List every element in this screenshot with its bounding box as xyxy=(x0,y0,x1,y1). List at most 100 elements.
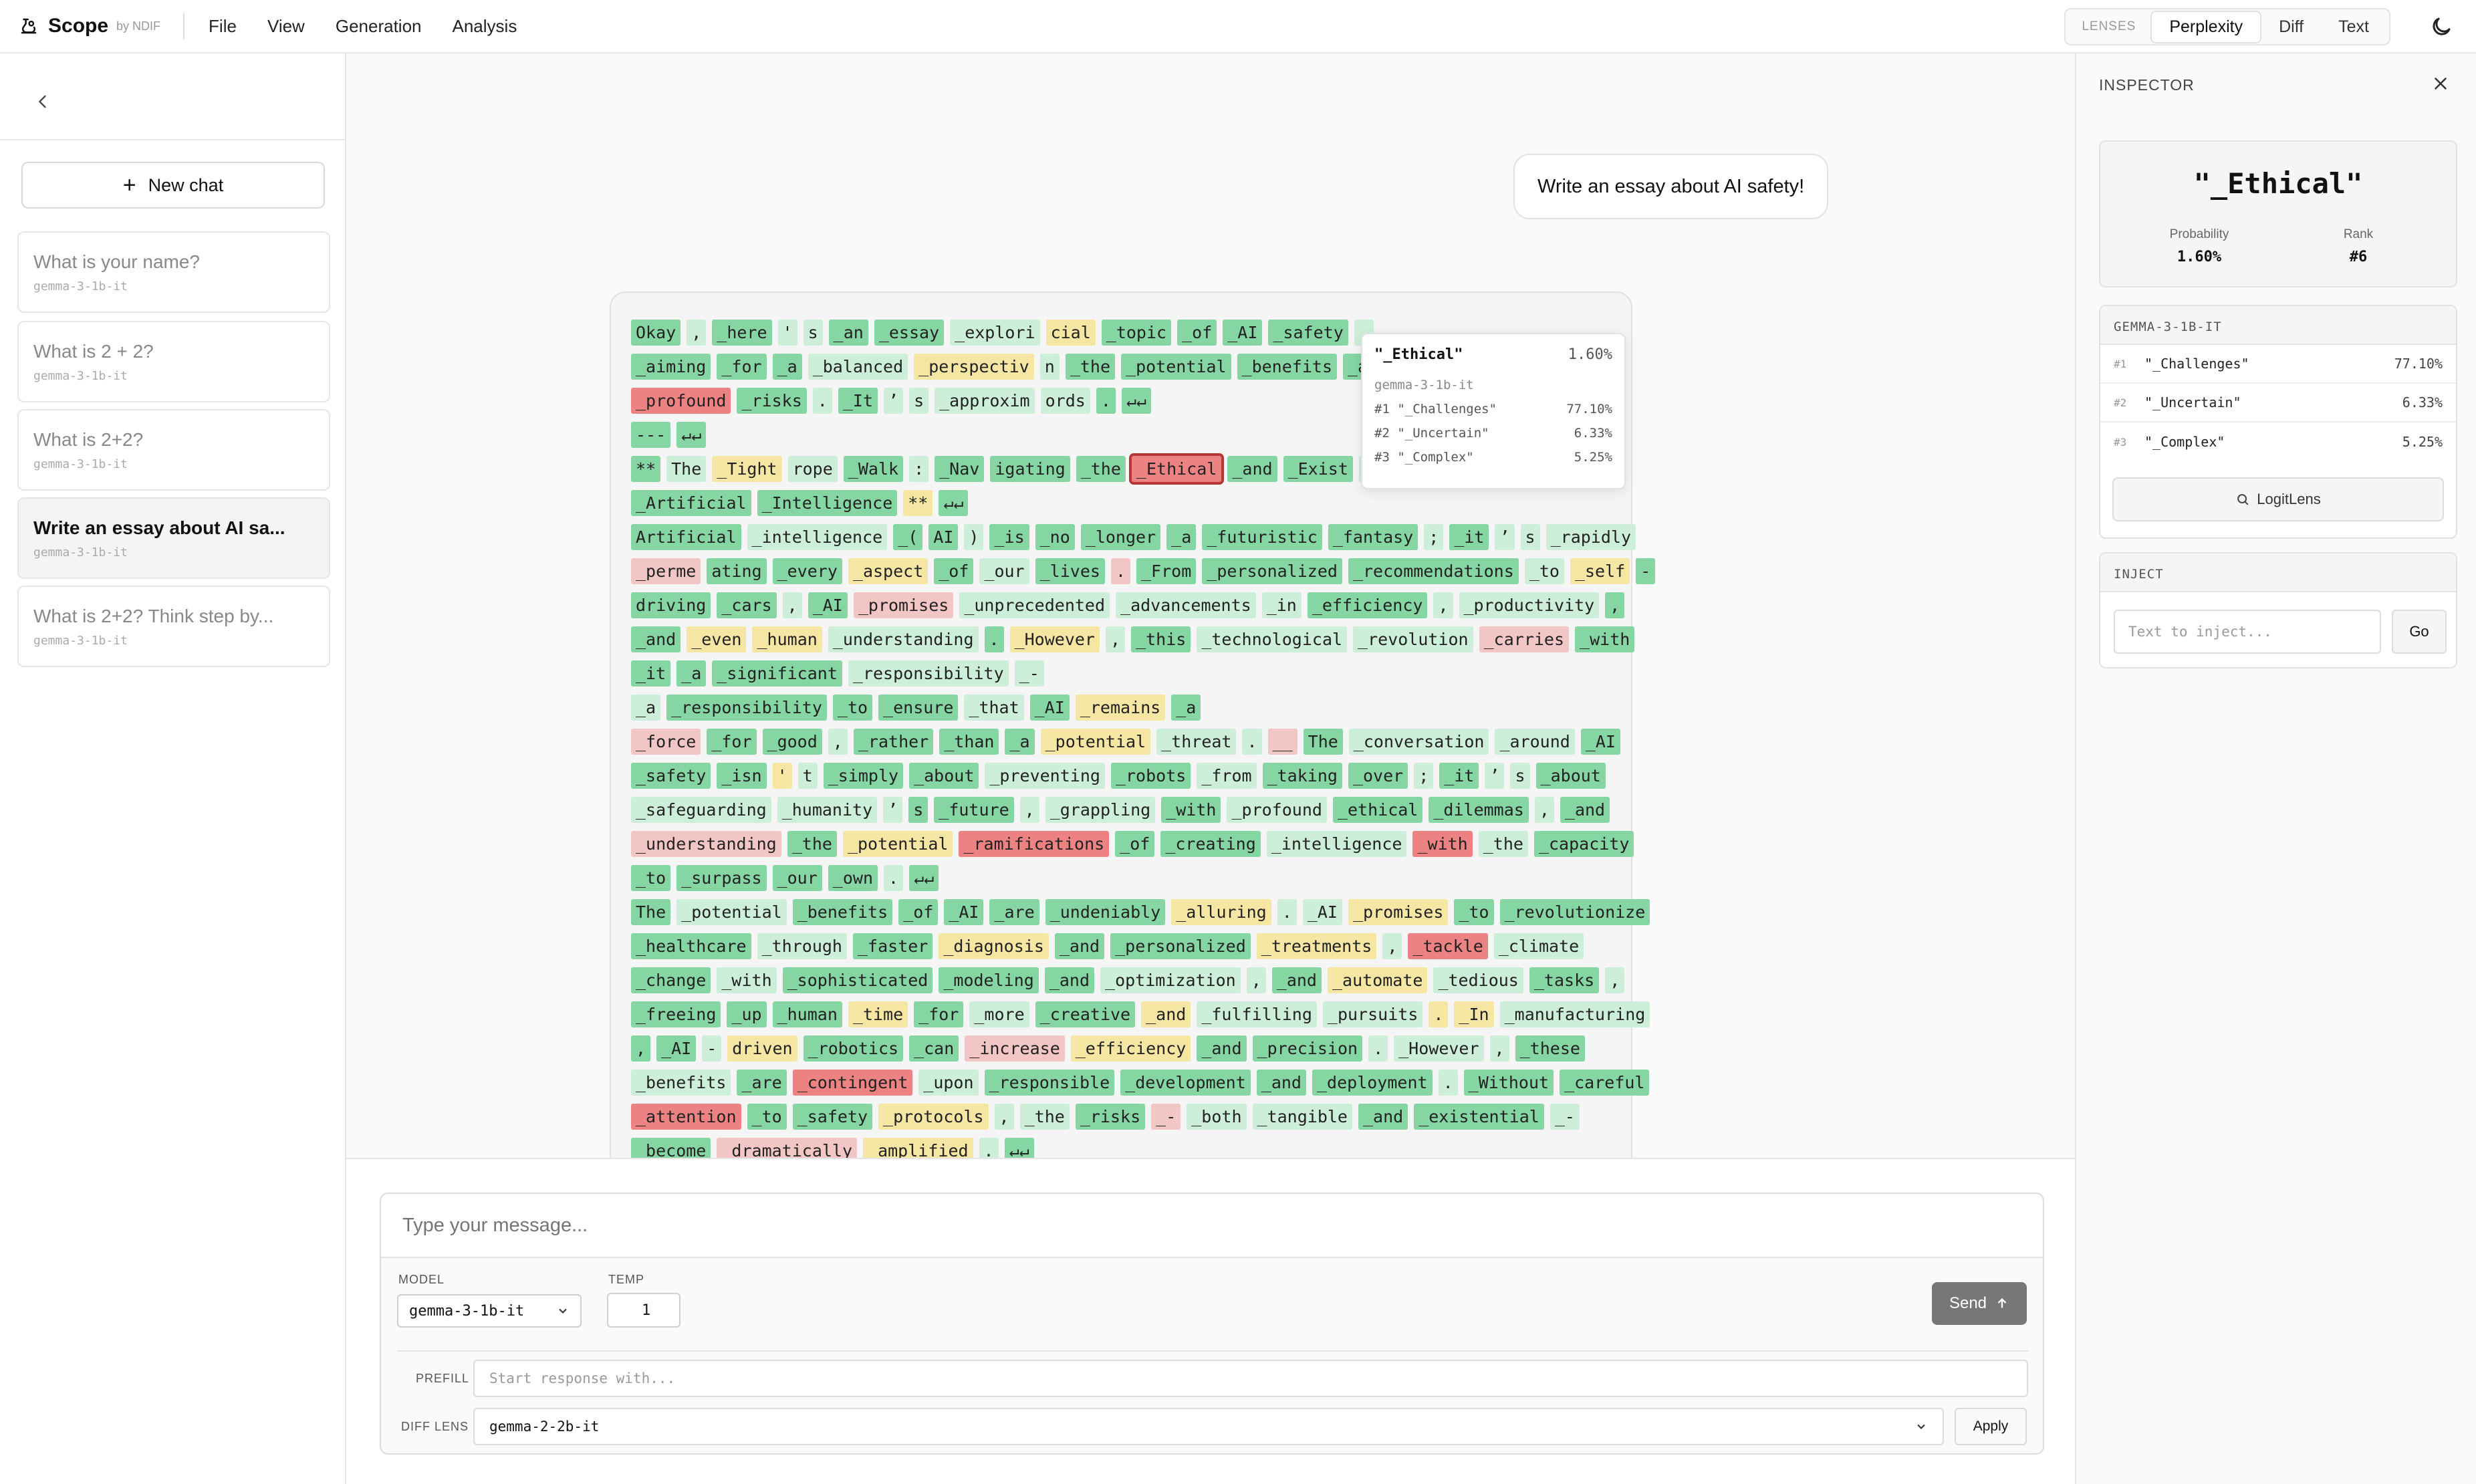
token[interactable]: _In xyxy=(1454,1001,1494,1027)
chat-item[interactable]: What is 2+2? gemma-3-1b-it xyxy=(17,409,330,491)
token[interactable]: _healthcare xyxy=(631,933,751,959)
token[interactable]: _Intelligence xyxy=(757,490,898,516)
token[interactable]: _and xyxy=(1227,456,1277,482)
token[interactable]: _From xyxy=(1136,558,1197,584)
token[interactable]: _human xyxy=(772,1001,842,1027)
token[interactable]: _unprecedented xyxy=(959,592,1110,618)
token[interactable]: _profound xyxy=(1227,797,1327,823)
token[interactable]: , xyxy=(1534,797,1554,823)
token[interactable]: _conversation xyxy=(1348,729,1489,755)
token[interactable]: _robotics xyxy=(803,1035,904,1062)
token[interactable]: _However xyxy=(1009,626,1100,652)
token[interactable]: _an xyxy=(828,320,868,346)
token[interactable]: _over xyxy=(1348,763,1408,789)
token[interactable]: _modeling xyxy=(939,967,1039,993)
token[interactable]: _to xyxy=(631,865,671,891)
token[interactable]: _alluring xyxy=(1171,899,1271,925)
inject-input[interactable]: Text to inject... xyxy=(2114,610,2381,654)
token[interactable]: , xyxy=(1489,1035,1509,1062)
token[interactable]: _is xyxy=(989,524,1029,550)
token[interactable]: _attention xyxy=(631,1104,741,1130)
token[interactable]: _( xyxy=(893,524,923,550)
token[interactable]: _automate xyxy=(1327,967,1428,993)
token[interactable]: The xyxy=(631,899,671,925)
token[interactable]: s xyxy=(803,320,823,346)
token[interactable]: _potential xyxy=(842,831,953,857)
token[interactable]: _the xyxy=(1478,831,1528,857)
token[interactable]: _Exist xyxy=(1283,456,1353,482)
token-selected[interactable]: _Ethical xyxy=(1128,453,1225,485)
token[interactable]: _rather xyxy=(853,729,934,755)
token[interactable]: _manufacturing xyxy=(1499,1001,1650,1027)
token[interactable]: _become xyxy=(631,1138,711,1158)
token[interactable]: . xyxy=(1096,388,1116,414)
token[interactable]: , xyxy=(828,729,848,755)
token[interactable]: _it xyxy=(631,660,671,687)
token[interactable]: _carries xyxy=(1479,626,1570,652)
token[interactable]: _topic xyxy=(1101,320,1172,346)
token[interactable]: _the xyxy=(1076,456,1126,482)
token[interactable]: _a xyxy=(1166,524,1197,550)
token[interactable]: _of xyxy=(898,899,939,925)
token[interactable]: _productivity xyxy=(1459,592,1600,618)
token[interactable]: ↵↵ xyxy=(909,865,939,891)
token[interactable]: s xyxy=(1510,763,1530,789)
token[interactable]: _creative xyxy=(1035,1001,1136,1027)
token[interactable]: _to xyxy=(1524,558,1564,584)
token[interactable]: _tasks xyxy=(1529,967,1600,993)
token[interactable]: _our xyxy=(979,558,1029,584)
chat-item[interactable]: What is 2 + 2? gemma-3-1b-it xyxy=(17,321,330,402)
token[interactable]: . xyxy=(812,388,832,414)
token[interactable]: . xyxy=(979,1138,999,1158)
token[interactable]: _robots xyxy=(1110,763,1191,789)
token[interactable]: _our xyxy=(772,865,822,891)
token[interactable]: ↵↵ xyxy=(939,490,969,516)
token[interactable]: _AI xyxy=(656,1035,697,1062)
token[interactable]: _personalized xyxy=(1202,558,1342,584)
token[interactable]: _with xyxy=(1161,797,1221,823)
token[interactable]: _intelligence xyxy=(747,524,888,550)
token[interactable]: _force xyxy=(631,729,701,755)
token[interactable]: _- xyxy=(1151,1104,1181,1130)
token[interactable]: _fantasy xyxy=(1328,524,1418,550)
token[interactable]: _a xyxy=(1005,729,1035,755)
token[interactable]: _increase xyxy=(965,1035,1065,1062)
token[interactable]: _and xyxy=(631,626,681,652)
token[interactable]: _lives xyxy=(1035,558,1105,584)
token[interactable]: s xyxy=(908,797,928,823)
token[interactable]: , xyxy=(1019,797,1039,823)
token[interactable]: _and xyxy=(1358,1104,1408,1130)
token[interactable]: _aiming xyxy=(631,354,711,380)
token[interactable]: . xyxy=(1368,1035,1388,1062)
token[interactable]: _responsible xyxy=(984,1070,1115,1096)
token[interactable]: _humanity xyxy=(777,797,878,823)
token[interactable]: _undeniably xyxy=(1045,899,1166,925)
token[interactable]: , xyxy=(1605,967,1625,993)
token[interactable]: _perspectiv xyxy=(914,354,1034,380)
token[interactable]: _a xyxy=(631,695,661,721)
token[interactable]: _good xyxy=(762,729,822,755)
token[interactable]: _freeing xyxy=(631,1001,721,1027)
token[interactable]: _approxim xyxy=(935,388,1035,414)
token[interactable]: _benefits xyxy=(1237,354,1337,380)
token[interactable]: , xyxy=(1246,967,1266,993)
token[interactable]: _even xyxy=(687,626,747,652)
token[interactable]: _fulfilling xyxy=(1197,1001,1317,1027)
token[interactable]: _through xyxy=(757,933,847,959)
token[interactable]: _remains xyxy=(1075,695,1166,721)
menu-analysis[interactable]: Analysis xyxy=(453,16,517,37)
token[interactable]: _existential xyxy=(1414,1104,1544,1130)
token[interactable]: _treatments xyxy=(1256,933,1377,959)
token[interactable]: , xyxy=(1605,592,1625,618)
token[interactable]: _perme xyxy=(631,558,701,584)
token[interactable]: _surpass xyxy=(676,865,767,891)
token[interactable]: _AI xyxy=(1223,320,1263,346)
token[interactable]: _of xyxy=(1115,831,1155,857)
token[interactable]: _preventing xyxy=(985,763,1105,789)
token[interactable]: ↵↵ xyxy=(676,422,707,448)
token[interactable]: The xyxy=(666,456,707,482)
token[interactable]: _a xyxy=(772,354,802,380)
token[interactable]: _ethical xyxy=(1332,797,1423,823)
token[interactable]: , xyxy=(1106,626,1126,652)
token[interactable]: _ensure xyxy=(878,695,959,721)
